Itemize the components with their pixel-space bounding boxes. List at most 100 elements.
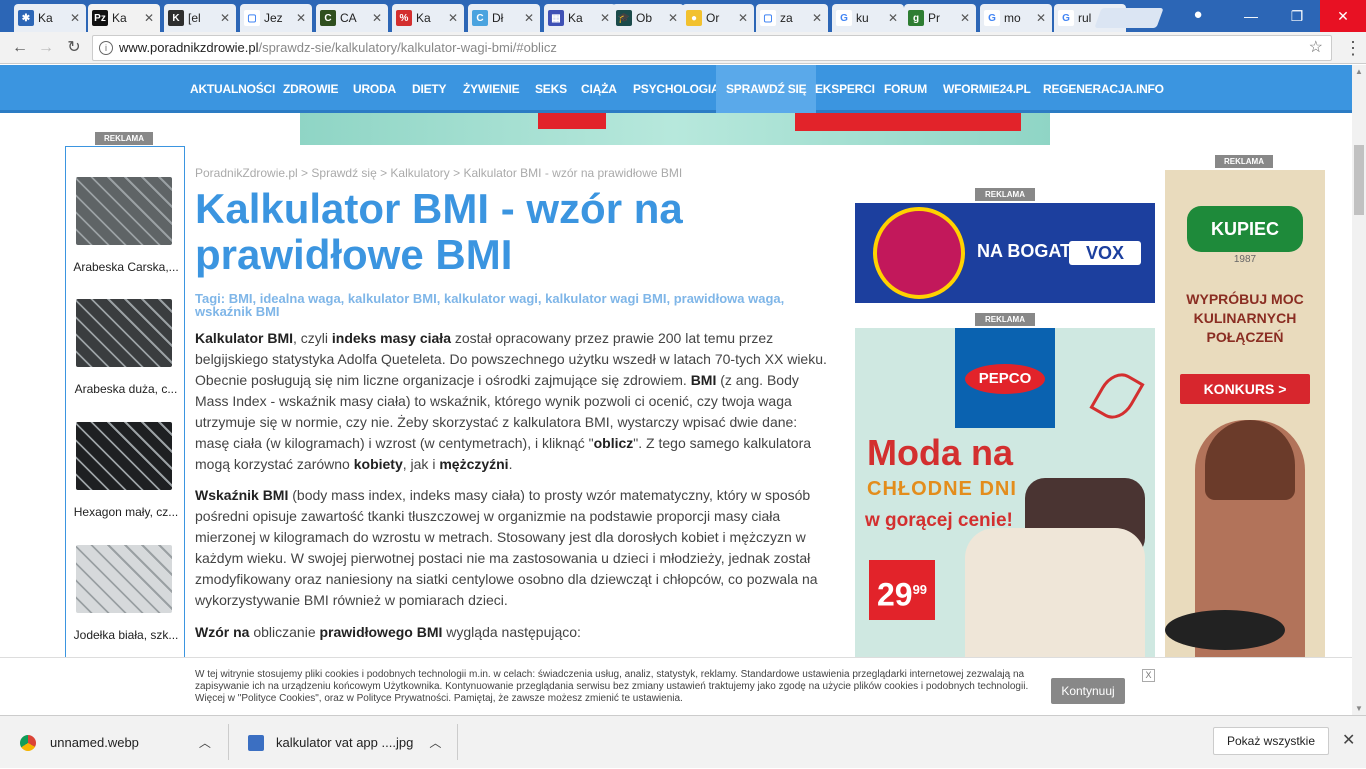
tab-close-icon[interactable]: ✕ (372, 11, 384, 25)
product-image[interactable] (76, 545, 172, 613)
nav-item[interactable]: WFORMIE24.PL (943, 65, 1031, 113)
tab-label: za (780, 11, 793, 25)
tab-close-icon[interactable]: ✕ (812, 11, 824, 25)
tab-label: Ka (416, 11, 431, 25)
tab[interactable]: C CA ✕ (316, 4, 388, 32)
pepco-ad[interactable]: PEPCO Moda na CHŁODNE DNI w gorącej ceni… (855, 328, 1155, 658)
product-label[interactable]: Hexagon mały, cz... (68, 505, 184, 519)
download-item[interactable]: unnamed.webp ︿ (20, 716, 211, 769)
scroll-down-icon[interactable]: ▼ (1355, 704, 1363, 713)
cookie-accept-button[interactable]: Kontynuuj (1051, 678, 1125, 704)
tab-close-icon[interactable]: ✕ (448, 11, 460, 25)
tab-label: mo (1004, 11, 1021, 25)
tab-label: [el (188, 11, 201, 25)
tab[interactable]: ▦ Ka ✕ (544, 4, 616, 32)
new-tab-button[interactable] (1094, 8, 1164, 28)
tab[interactable]: ▢ Jez ✕ (240, 4, 312, 32)
product-label[interactable]: Arabeska Carska,... (68, 260, 184, 274)
tab[interactable]: ● Or ✕ (682, 4, 754, 32)
nav-item[interactable]: PSYCHOLOGIA (633, 65, 720, 113)
nav-item[interactable]: SPRAWDŹ SIĘ (716, 65, 817, 113)
nav-item[interactable]: REGENERACJA.INFO (1043, 65, 1164, 113)
banner-red-block (538, 113, 606, 129)
page-scrollbar[interactable]: ▲ ▼ (1352, 65, 1366, 715)
chevron-up-icon[interactable]: ︿ (429, 734, 441, 751)
url-host: www.poradnikzdrowie.pl (119, 40, 259, 55)
back-icon[interactable]: ← (10, 38, 30, 58)
info-icon[interactable]: i (99, 41, 113, 55)
tab[interactable]: Gku ✕ (832, 4, 904, 32)
tab[interactable]: C Dł ✕ (468, 4, 540, 32)
leaf-icon (1089, 366, 1145, 426)
tab-close-icon[interactable]: ✕ (888, 11, 900, 25)
text: obliczanie (249, 624, 320, 640)
nav-item[interactable]: EKSPERCI (815, 65, 875, 113)
close-window-button[interactable]: ✕ (1320, 0, 1366, 32)
pepco-headline: Moda na (867, 432, 1014, 473)
product-label[interactable]: Arabeska duża, c... (68, 382, 184, 396)
browser-menu-icon[interactable]: ⋮ (1344, 38, 1362, 58)
close-shelf-icon[interactable]: ✕ (1342, 730, 1355, 750)
nav-item[interactable]: DIETY (412, 65, 447, 113)
nav-item[interactable]: URODA (353, 65, 396, 113)
kupiec-cta-button[interactable]: KONKURS > (1180, 374, 1310, 404)
nav-item[interactable]: SEKS (535, 65, 567, 113)
tab-close-icon[interactable]: ✕ (220, 11, 232, 25)
reload-icon[interactable]: ↻ (64, 38, 84, 58)
tab-close-icon[interactable]: ✕ (738, 11, 750, 25)
tab[interactable]: % Ka ✕ (392, 4, 464, 32)
tab[interactable]: ▢ za ✕ (756, 4, 828, 32)
nav-item[interactable]: CIĄŻA (581, 65, 617, 113)
profile-icon[interactable]: ● (1188, 6, 1208, 26)
text-strong: mężczyźni (439, 456, 509, 472)
chevron-up-icon[interactable]: ︿ (199, 734, 211, 751)
text-strong: indeks masy ciała (331, 330, 451, 346)
top-banner-ad[interactable] (300, 113, 1050, 145)
product-image[interactable] (76, 422, 172, 490)
tab-close-icon[interactable]: ✕ (296, 11, 308, 25)
tab[interactable]: K [el ✕ (164, 4, 236, 32)
bmi-paragraph: Wskaźnik BMI (body mass index, indeks ma… (195, 485, 835, 611)
tab[interactable]: Gmo ✕ (980, 4, 1052, 32)
tab-close-icon[interactable]: ✕ (144, 11, 156, 25)
tags-list[interactable]: Tagi: BMI, idealna waga, kalkulator BMI,… (195, 292, 815, 318)
download-item[interactable]: kalkulator vat app ....jpg ︿ (248, 716, 441, 769)
divider (457, 724, 458, 760)
tab-favicon-icon: K (168, 10, 184, 26)
forward-icon[interactable]: → (36, 38, 56, 58)
tab[interactable]: 🎓 Ob ✕ (612, 4, 684, 32)
tab-close-icon[interactable]: ✕ (1036, 11, 1048, 25)
nav-item[interactable]: FORUM (884, 65, 927, 113)
tab-close-icon[interactable]: ✕ (600, 11, 612, 25)
product-image[interactable] (76, 299, 172, 367)
nav-item[interactable]: ŻYWIENIE (463, 65, 520, 113)
tab-favicon-icon: C (320, 10, 336, 26)
cookie-close-icon[interactable]: X (1142, 669, 1155, 682)
breadcrumb[interactable]: PoradnikZdrowie.pl > Sprawdź się > Kalku… (195, 166, 682, 180)
product-label[interactable]: Jodełka biała, szk... (68, 628, 184, 642)
tab-favicon-icon: G (1058, 10, 1074, 26)
address-bar[interactable]: i www.poradnikzdrowie.pl/sprawdz-sie/kal… (92, 35, 1332, 61)
vox-ad[interactable]: NA BOGATO Z VOX (855, 203, 1155, 303)
nav-item[interactable]: AKTUALNOŚCI (190, 65, 275, 113)
scrollbar-thumb[interactable] (1354, 145, 1364, 215)
tab-close-icon[interactable]: ✕ (70, 11, 82, 25)
tab-close-icon[interactable]: ✕ (524, 11, 536, 25)
text-strong: Wzór na (195, 624, 250, 640)
restore-button[interactable]: ❐ (1274, 0, 1320, 32)
scroll-up-icon[interactable]: ▲ (1355, 67, 1363, 76)
tab[interactable]: g Pr ✕ (904, 4, 976, 32)
show-all-downloads-button[interactable]: Pokaż wszystkie (1213, 727, 1329, 755)
tab-close-icon[interactable]: ✕ (668, 11, 680, 25)
tab-favicon-icon: C (472, 10, 488, 26)
download-shelf: unnamed.webp ︿ kalkulator vat app ....jp… (0, 715, 1366, 768)
kupiec-ad[interactable]: KUPIEC 1987 WYPRÓBUJ MOC KULINARNYCH POŁ… (1165, 170, 1325, 660)
bookmark-star-icon[interactable]: ☆ (1309, 36, 1323, 60)
tab-label: Ka (112, 11, 127, 25)
product-image[interactable] (76, 177, 172, 245)
minimize-button[interactable]: — (1228, 0, 1274, 32)
tab[interactable]: Pz Ka ✕ (88, 4, 160, 32)
nav-item[interactable]: ZDROWIE (283, 65, 338, 113)
tab[interactable]: ✱ Ka ✕ (14, 4, 86, 32)
tab-close-icon[interactable]: ✕ (960, 11, 972, 25)
